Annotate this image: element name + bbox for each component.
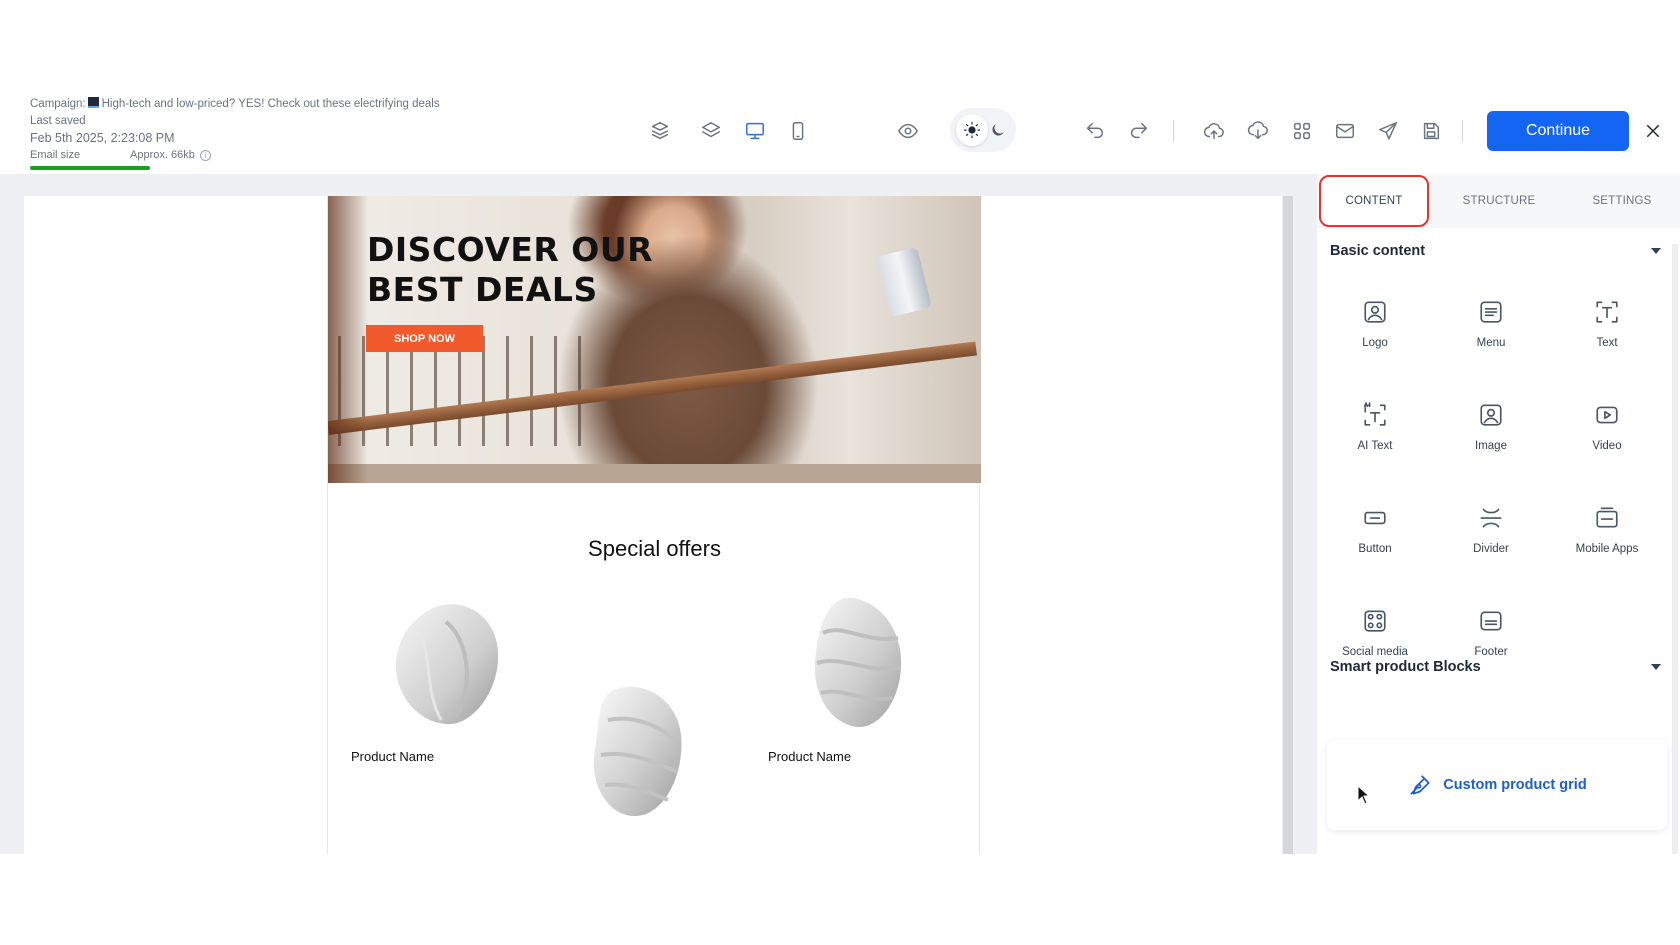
block-button[interactable]: Button — [1319, 484, 1431, 576]
layers-icon[interactable] — [698, 118, 724, 144]
toolbar-divider — [1173, 120, 1174, 142]
social-media-icon — [1364, 610, 1386, 632]
upload-icon[interactable] — [1201, 118, 1227, 144]
campaign-title: High-tech and low-priced? YES! Check out… — [101, 98, 440, 110]
block-divider[interactable]: Divider — [1435, 484, 1547, 576]
product-image-2[interactable] — [583, 680, 693, 820]
desktop-preview-icon[interactable] — [742, 118, 768, 144]
light-mode-icon[interactable] — [956, 114, 988, 146]
save-icon[interactable] — [1418, 118, 1444, 144]
product-image-3[interactable] — [803, 593, 913, 733]
theme-toggle[interactable] — [950, 108, 1016, 152]
block-mobile-apps[interactable]: Mobile Apps — [1551, 484, 1663, 576]
menu-icon — [1480, 301, 1502, 323]
basic-content-header[interactable]: Basic content — [1330, 238, 1665, 264]
mobile-preview-icon[interactable] — [785, 118, 811, 144]
block-image[interactable]: Image — [1435, 381, 1547, 473]
tab-settings[interactable]: SETTINGS — [1562, 174, 1680, 228]
panel-tabs: CONTENT STRUCTURE SETTINGS — [1317, 174, 1680, 228]
custom-product-grid-label: Custom product grid — [1443, 777, 1587, 793]
editor-header: Campaign: High-tech and low-priced? YES! … — [0, 88, 1680, 174]
campaign-prefix: Campaign: — [30, 98, 86, 110]
last-saved-date: Feb 5th 2025, 2:23:08 PM — [30, 131, 175, 145]
block-ai-text[interactable]: AI Text — [1319, 381, 1431, 473]
pen-tool-icon — [1410, 775, 1430, 795]
send-icon[interactable] — [1375, 118, 1401, 144]
redo-icon[interactable] — [1126, 118, 1152, 144]
toolbar-divider — [1462, 120, 1463, 142]
info-icon[interactable]: i — [199, 150, 211, 161]
tab-content[interactable]: CONTENT — [1319, 175, 1429, 227]
continue-button[interactable]: Continue — [1487, 111, 1629, 151]
mail-icon[interactable] — [1332, 118, 1358, 144]
close-icon[interactable] — [1640, 118, 1666, 144]
text-icon — [1596, 301, 1618, 323]
hero-title[interactable]: DISCOVER OUR BEST DEALS — [367, 230, 687, 310]
tab-structure[interactable]: STRUCTURE — [1439, 174, 1559, 228]
campaign-row: Campaign: High-tech and low-priced? YES! … — [30, 96, 440, 113]
canvas-scrollbar[interactable] — [1283, 196, 1293, 854]
caret-down-icon[interactable] — [1651, 248, 1661, 254]
product-image-1[interactable] — [386, 592, 506, 732]
custom-product-grid-button[interactable]: Custom product grid — [1327, 740, 1667, 830]
email-size-value: Approx. 66kb — [130, 149, 195, 161]
email-size-label: Email size — [30, 149, 81, 161]
undo-icon[interactable] — [1082, 118, 1108, 144]
mobile-apps-icon — [1596, 507, 1618, 528]
content-panel: CONTENT STRUCTURE SETTINGS Basic content… — [1317, 174, 1680, 854]
block-menu[interactable]: Menu — [1435, 278, 1547, 370]
image-icon — [1480, 404, 1502, 426]
block-video[interactable]: Video — [1551, 381, 1663, 473]
laptop-emoji-icon — [87, 97, 99, 108]
hero-banner[interactable]: DISCOVER OUR BEST DEALS SHOP NOW — [328, 196, 981, 483]
dark-mode-icon[interactable] — [988, 120, 1008, 140]
logo-icon — [1364, 301, 1386, 323]
preview-eye-icon[interactable] — [895, 118, 921, 144]
hero-ledge — [328, 464, 981, 483]
canvas-stage: DISCOVER OUR BEST DEALS SHOP NOW Special… — [24, 196, 1282, 854]
shop-now-button[interactable]: SHOP NOW — [366, 325, 483, 352]
ai-text-icon — [1363, 402, 1386, 426]
button-icon — [1364, 511, 1386, 525]
product-name-2[interactable]: Product Name — [768, 749, 851, 764]
caret-down-icon[interactable] — [1651, 664, 1661, 670]
email-editor: Campaign: High-tech and low-priced? YES! … — [0, 0, 1680, 945]
hero-railing — [338, 336, 588, 446]
video-icon — [1596, 406, 1618, 424]
footer-icon — [1480, 611, 1502, 631]
grid-icon[interactable] — [1289, 118, 1315, 144]
panel-scrollbar[interactable] — [1672, 244, 1678, 854]
smart-blocks-title: Smart product Blocks — [1330, 659, 1481, 675]
special-offers-title[interactable]: Special offers — [328, 536, 981, 562]
stack-icon[interactable] — [647, 118, 673, 144]
basic-content-title: Basic content — [1330, 243, 1426, 259]
editor-canvas: DISCOVER OUR BEST DEALS SHOP NOW Special… — [0, 174, 1317, 854]
hero-mug — [876, 246, 932, 318]
block-text[interactable]: Text — [1551, 278, 1663, 370]
campaign-meta: Campaign: High-tech and low-priced? YES! … — [30, 96, 440, 170]
product-name-1[interactable]: Product Name — [351, 749, 434, 764]
email-size-row: Email size Approx. 66kb i — [30, 147, 440, 164]
smart-blocks-header[interactable]: Smart product Blocks — [1330, 654, 1665, 680]
mouse-cursor-icon — [1357, 785, 1371, 805]
block-logo[interactable]: Logo — [1319, 278, 1431, 370]
email-size-bar — [30, 166, 150, 170]
last-saved-label: Last saved — [30, 115, 86, 127]
download-icon[interactable] — [1245, 118, 1271, 144]
divider-icon — [1480, 508, 1502, 528]
email-preview[interactable]: DISCOVER OUR BEST DEALS SHOP NOW Special… — [327, 196, 981, 854]
hero-shadow — [328, 196, 368, 483]
